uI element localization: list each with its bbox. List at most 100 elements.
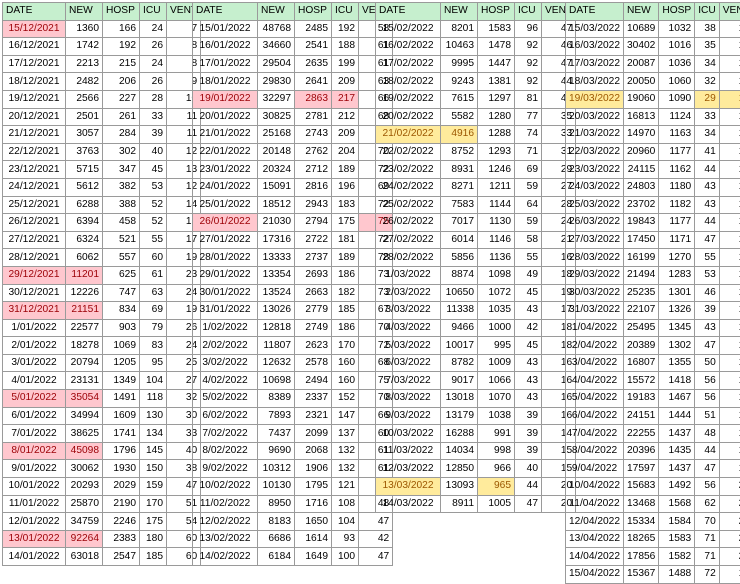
cell-icu[interactable]: 147 bbox=[332, 407, 359, 425]
cell-icu[interactable]: 59 bbox=[515, 214, 542, 232]
cell-vent[interactable]: 18 bbox=[719, 266, 740, 284]
cell-new[interactable]: 5582 bbox=[441, 108, 478, 126]
cell-date[interactable]: 15/01/2022 bbox=[193, 20, 258, 38]
cell-new[interactable]: 8201 bbox=[441, 20, 478, 38]
cell-date[interactable]: 23/02/2022 bbox=[376, 161, 441, 179]
cell-new[interactable]: 34994 bbox=[66, 407, 103, 425]
cell-date[interactable]: 15/12/2021 bbox=[3, 20, 66, 38]
cell-icu[interactable]: 70 bbox=[695, 513, 720, 531]
cell-date[interactable]: 10/04/2022 bbox=[566, 478, 624, 496]
cell-icu[interactable]: 185 bbox=[332, 302, 359, 320]
cell-icu[interactable]: 212 bbox=[332, 108, 359, 126]
cell-icu[interactable]: 43 bbox=[515, 354, 542, 372]
cell-date[interactable]: 14/01/2022 bbox=[3, 548, 66, 566]
cell-new[interactable]: 22255 bbox=[624, 425, 659, 443]
cell-date[interactable]: 29/03/2022 bbox=[566, 266, 624, 284]
cell-icu[interactable]: 160 bbox=[332, 354, 359, 372]
cell-new[interactable]: 48768 bbox=[258, 20, 295, 38]
cell-new[interactable]: 8950 bbox=[258, 495, 295, 513]
cell-new[interactable]: 16813 bbox=[624, 108, 659, 126]
cell-icu[interactable]: 45 bbox=[515, 284, 542, 302]
cell-icu[interactable]: 69 bbox=[515, 161, 542, 179]
cell-new[interactable]: 5612 bbox=[66, 178, 103, 196]
cell-new[interactable]: 14034 bbox=[441, 442, 478, 460]
cell-hosp[interactable]: 1326 bbox=[659, 302, 695, 320]
cell-new[interactable]: 13468 bbox=[624, 495, 659, 513]
cell-hosp[interactable]: 2321 bbox=[295, 407, 332, 425]
cell-date[interactable]: 6/01/2022 bbox=[3, 407, 66, 425]
cell-new[interactable]: 13093 bbox=[441, 478, 478, 496]
cell-hosp[interactable]: 1906 bbox=[295, 460, 332, 478]
cell-date[interactable]: 21/12/2021 bbox=[3, 126, 66, 144]
cell-new[interactable]: 6062 bbox=[66, 249, 103, 267]
cell-date[interactable]: 25/12/2021 bbox=[3, 196, 66, 214]
cell-vent[interactable]: 15 bbox=[719, 214, 740, 232]
cell-icu[interactable]: 55 bbox=[515, 249, 542, 267]
cell-new[interactable]: 45098 bbox=[66, 442, 103, 460]
cell-hosp[interactable]: 192 bbox=[103, 38, 140, 56]
cell-new[interactable]: 10017 bbox=[441, 337, 478, 355]
cell-vent[interactable]: 14 bbox=[719, 178, 740, 196]
cell-new[interactable]: 17856 bbox=[624, 548, 659, 566]
cell-icu[interactable]: 74 bbox=[515, 126, 542, 144]
cell-date[interactable]: 20/12/2021 bbox=[3, 108, 66, 126]
cell-icu[interactable]: 63 bbox=[140, 284, 167, 302]
cell-date[interactable]: 26/02/2022 bbox=[376, 214, 441, 232]
cell-new[interactable]: 23131 bbox=[66, 372, 103, 390]
cell-hosp[interactable]: 1182 bbox=[659, 196, 695, 214]
cell-date[interactable]: 15/02/2022 bbox=[376, 20, 441, 38]
cell-icu[interactable]: 47 bbox=[695, 337, 720, 355]
cell-new[interactable]: 6014 bbox=[441, 231, 478, 249]
cell-vent[interactable]: 14 bbox=[719, 284, 740, 302]
cell-new[interactable]: 9017 bbox=[441, 372, 478, 390]
cell-new[interactable]: 6184 bbox=[258, 548, 295, 566]
cell-icu[interactable]: 92 bbox=[515, 38, 542, 56]
cell-icu[interactable]: 39 bbox=[695, 302, 720, 320]
cell-date[interactable]: 17/12/2021 bbox=[3, 55, 66, 73]
cell-vent[interactable]: 24 bbox=[719, 513, 740, 531]
cell-date[interactable]: 14/02/2022 bbox=[193, 548, 258, 566]
cell-hosp[interactable]: 302 bbox=[103, 143, 140, 161]
cell-new[interactable]: 7437 bbox=[258, 425, 295, 443]
cell-icu[interactable]: 53 bbox=[695, 266, 720, 284]
cell-icu[interactable]: 186 bbox=[332, 319, 359, 337]
cell-date[interactable]: 24/01/2022 bbox=[193, 178, 258, 196]
cell-date[interactable]: 12/01/2022 bbox=[3, 513, 66, 531]
header-cell-hosp[interactable]: HOSP bbox=[478, 3, 515, 21]
cell-hosp[interactable]: 834 bbox=[103, 302, 140, 320]
cell-hosp[interactable]: 1038 bbox=[478, 407, 515, 425]
cell-vent[interactable]: 15 bbox=[719, 196, 740, 214]
cell-new[interactable]: 9995 bbox=[441, 55, 478, 73]
cell-hosp[interactable]: 2749 bbox=[295, 319, 332, 337]
cell-icu[interactable]: 43 bbox=[695, 178, 720, 196]
cell-icu[interactable]: 28 bbox=[140, 90, 167, 108]
cell-date[interactable]: 10/03/2022 bbox=[376, 425, 441, 443]
cell-icu[interactable]: 92 bbox=[515, 73, 542, 91]
cell-date[interactable]: 1/02/2022 bbox=[193, 319, 258, 337]
cell-hosp[interactable]: 2737 bbox=[295, 249, 332, 267]
cell-date[interactable]: 22/01/2022 bbox=[193, 143, 258, 161]
cell-new[interactable]: 19060 bbox=[624, 90, 659, 108]
cell-hosp[interactable]: 1144 bbox=[478, 196, 515, 214]
cell-date[interactable]: 19/03/2022 bbox=[566, 90, 624, 108]
cell-date[interactable]: 17/03/2022 bbox=[566, 55, 624, 73]
cell-new[interactable]: 19183 bbox=[624, 390, 659, 408]
cell-date[interactable]: 5/02/2022 bbox=[193, 390, 258, 408]
cell-hosp[interactable]: 2635 bbox=[295, 55, 332, 73]
cell-new[interactable]: 15683 bbox=[624, 478, 659, 496]
cell-hosp[interactable]: 747 bbox=[103, 284, 140, 302]
cell-date[interactable]: 28/03/2022 bbox=[566, 249, 624, 267]
cell-date[interactable]: 16/03/2022 bbox=[566, 38, 624, 56]
cell-icu[interactable]: 182 bbox=[332, 284, 359, 302]
cell-date[interactable]: 23/03/2022 bbox=[566, 161, 624, 179]
cell-vent[interactable]: 22 bbox=[719, 495, 740, 513]
cell-icu[interactable]: 56 bbox=[695, 390, 720, 408]
cell-hosp[interactable]: 1072 bbox=[478, 284, 515, 302]
header-cell-icu[interactable]: ICU bbox=[332, 3, 359, 21]
cell-icu[interactable]: 204 bbox=[332, 143, 359, 161]
cell-date[interactable]: 26/03/2022 bbox=[566, 214, 624, 232]
cell-hosp[interactable]: 1435 bbox=[659, 442, 695, 460]
cell-date[interactable]: 10/01/2022 bbox=[3, 478, 66, 496]
cell-date[interactable]: 7/04/2022 bbox=[566, 425, 624, 443]
cell-vent[interactable]: 15 bbox=[719, 73, 740, 91]
